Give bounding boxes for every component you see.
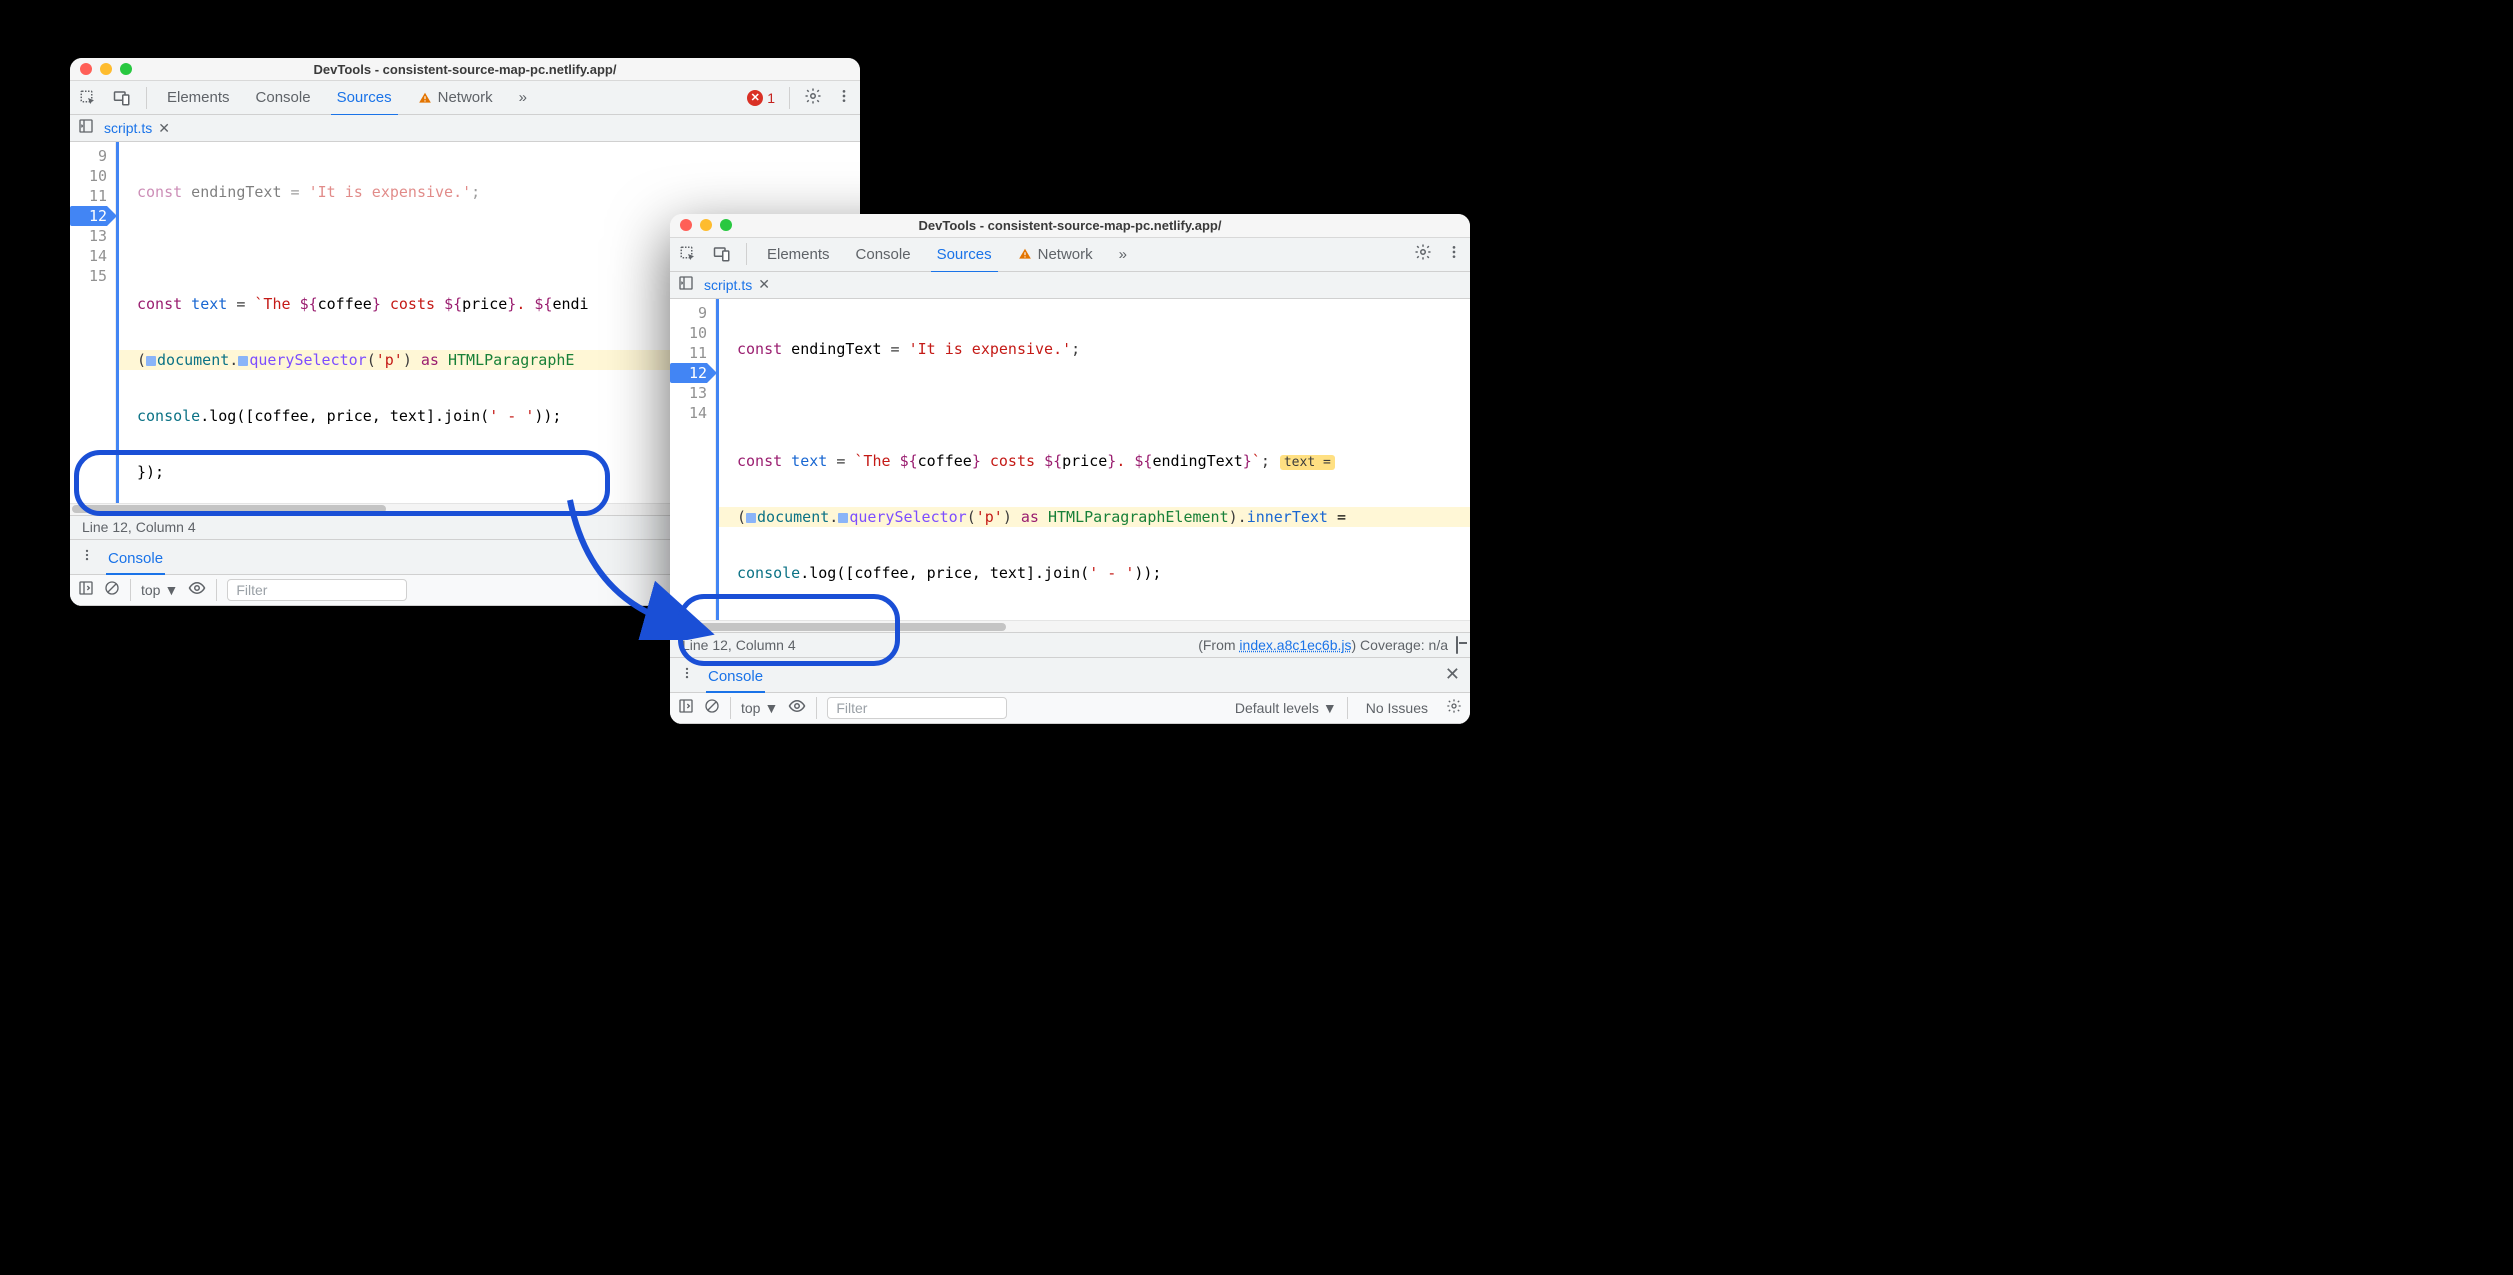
clear-console-icon[interactable] xyxy=(104,580,120,600)
traffic-close[interactable] xyxy=(680,219,692,231)
cursor-position: Line 12, Column 4 xyxy=(82,519,196,535)
console-kebab-icon[interactable] xyxy=(680,666,694,684)
titlebar: DevTools - consistent-source-map-pc.netl… xyxy=(670,214,1470,238)
context-selector[interactable]: top ▼ xyxy=(141,582,178,598)
tab-elements[interactable]: Elements xyxy=(761,238,836,271)
titlebar: DevTools - consistent-source-map-pc.netl… xyxy=(70,58,860,81)
gear-icon[interactable] xyxy=(804,87,822,109)
navigator-icon[interactable] xyxy=(678,275,694,295)
tab-network-label: Network xyxy=(438,89,493,106)
current-line: (document.querySelector('p') as HTMLPara… xyxy=(719,507,1470,527)
traffic-zoom[interactable] xyxy=(720,219,732,231)
breakpoint-marker: 12 xyxy=(670,363,707,383)
inspect-icon[interactable] xyxy=(78,88,98,108)
inline-value-badge: text = xyxy=(1280,455,1335,470)
sourcemap-from: (From index.a8c1ec6b.js) Coverage: n/a xyxy=(1198,637,1458,653)
close-icon[interactable]: ✕ xyxy=(1445,664,1460,685)
window-title: DevTools - consistent-source-map-pc.netl… xyxy=(670,218,1470,233)
error-count-badge[interactable]: ✕ 1 xyxy=(747,90,775,106)
file-tab[interactable]: script.ts ✕ xyxy=(704,276,770,293)
kebab-icon[interactable] xyxy=(1446,244,1462,264)
code-editor[interactable]: const endingText = 'It is expensive.'; c… xyxy=(716,299,1470,620)
file-tab-label: script.ts xyxy=(104,120,152,136)
cursor-position: Line 12, Column 4 xyxy=(682,637,796,653)
traffic-zoom[interactable] xyxy=(120,63,132,75)
error-count-value: 1 xyxy=(767,90,775,106)
clear-console-icon[interactable] xyxy=(704,698,720,718)
device-icon[interactable] xyxy=(712,244,732,264)
navigator-icon[interactable] xyxy=(78,118,94,138)
gear-icon[interactable] xyxy=(1446,698,1462,718)
filter-input[interactable]: Filter xyxy=(827,697,1007,719)
traffic-minimize[interactable] xyxy=(700,219,712,231)
horizontal-scrollbar[interactable] xyxy=(670,620,1470,632)
warning-icon xyxy=(1018,247,1032,261)
inspect-icon[interactable] xyxy=(678,244,698,264)
show-sidebar-icon[interactable] xyxy=(78,580,94,600)
file-tab-label: script.ts xyxy=(704,277,752,293)
file-tab[interactable]: script.ts ✕ xyxy=(104,120,170,137)
issues-count[interactable]: No Issues xyxy=(1358,700,1436,716)
warning-icon xyxy=(418,91,432,105)
tab-console[interactable]: Console xyxy=(850,238,917,271)
more-tabs[interactable]: » xyxy=(1113,238,1133,271)
tab-sources[interactable]: Sources xyxy=(931,238,998,273)
device-icon[interactable] xyxy=(112,88,132,108)
show-sidebar-icon[interactable] xyxy=(678,698,694,718)
tab-elements[interactable]: Elements xyxy=(161,81,236,114)
sourcemap-link[interactable]: index.a8c1ec6b.js xyxy=(1239,637,1351,653)
close-icon[interactable]: ✕ xyxy=(758,276,770,293)
breakpoint-marker: 12 xyxy=(70,206,107,226)
console-drawer-tab[interactable]: Console xyxy=(706,664,765,693)
eye-icon[interactable] xyxy=(188,579,206,601)
coverage-icon[interactable] xyxy=(1456,636,1458,654)
tab-network[interactable]: Network xyxy=(412,81,499,114)
eye-icon[interactable] xyxy=(788,697,806,719)
tab-console[interactable]: Console xyxy=(250,81,317,114)
console-drawer-tab[interactable]: Console xyxy=(106,546,165,575)
close-icon[interactable]: ✕ xyxy=(158,120,170,137)
tab-network[interactable]: Network xyxy=(1012,238,1099,271)
tab-sources[interactable]: Sources xyxy=(331,81,398,116)
tab-network-label: Network xyxy=(1038,246,1093,263)
more-tabs[interactable]: » xyxy=(513,81,533,114)
traffic-close[interactable] xyxy=(80,63,92,75)
gear-icon[interactable] xyxy=(1414,243,1432,265)
log-levels-selector[interactable]: Default levels ▼ xyxy=(1235,700,1337,716)
line-gutter[interactable]: 9 10 11 12 13 14 xyxy=(670,299,716,620)
line-gutter[interactable]: 9 10 11 12 13 14 15 xyxy=(70,142,116,503)
filter-input[interactable]: Filter xyxy=(227,579,407,601)
kebab-icon[interactable] xyxy=(836,88,852,108)
window-title: DevTools - consistent-source-map-pc.netl… xyxy=(70,62,860,77)
traffic-minimize[interactable] xyxy=(100,63,112,75)
error-icon: ✕ xyxy=(747,90,763,106)
context-selector[interactable]: top ▼ xyxy=(741,700,778,716)
console-kebab-icon[interactable] xyxy=(80,548,94,566)
